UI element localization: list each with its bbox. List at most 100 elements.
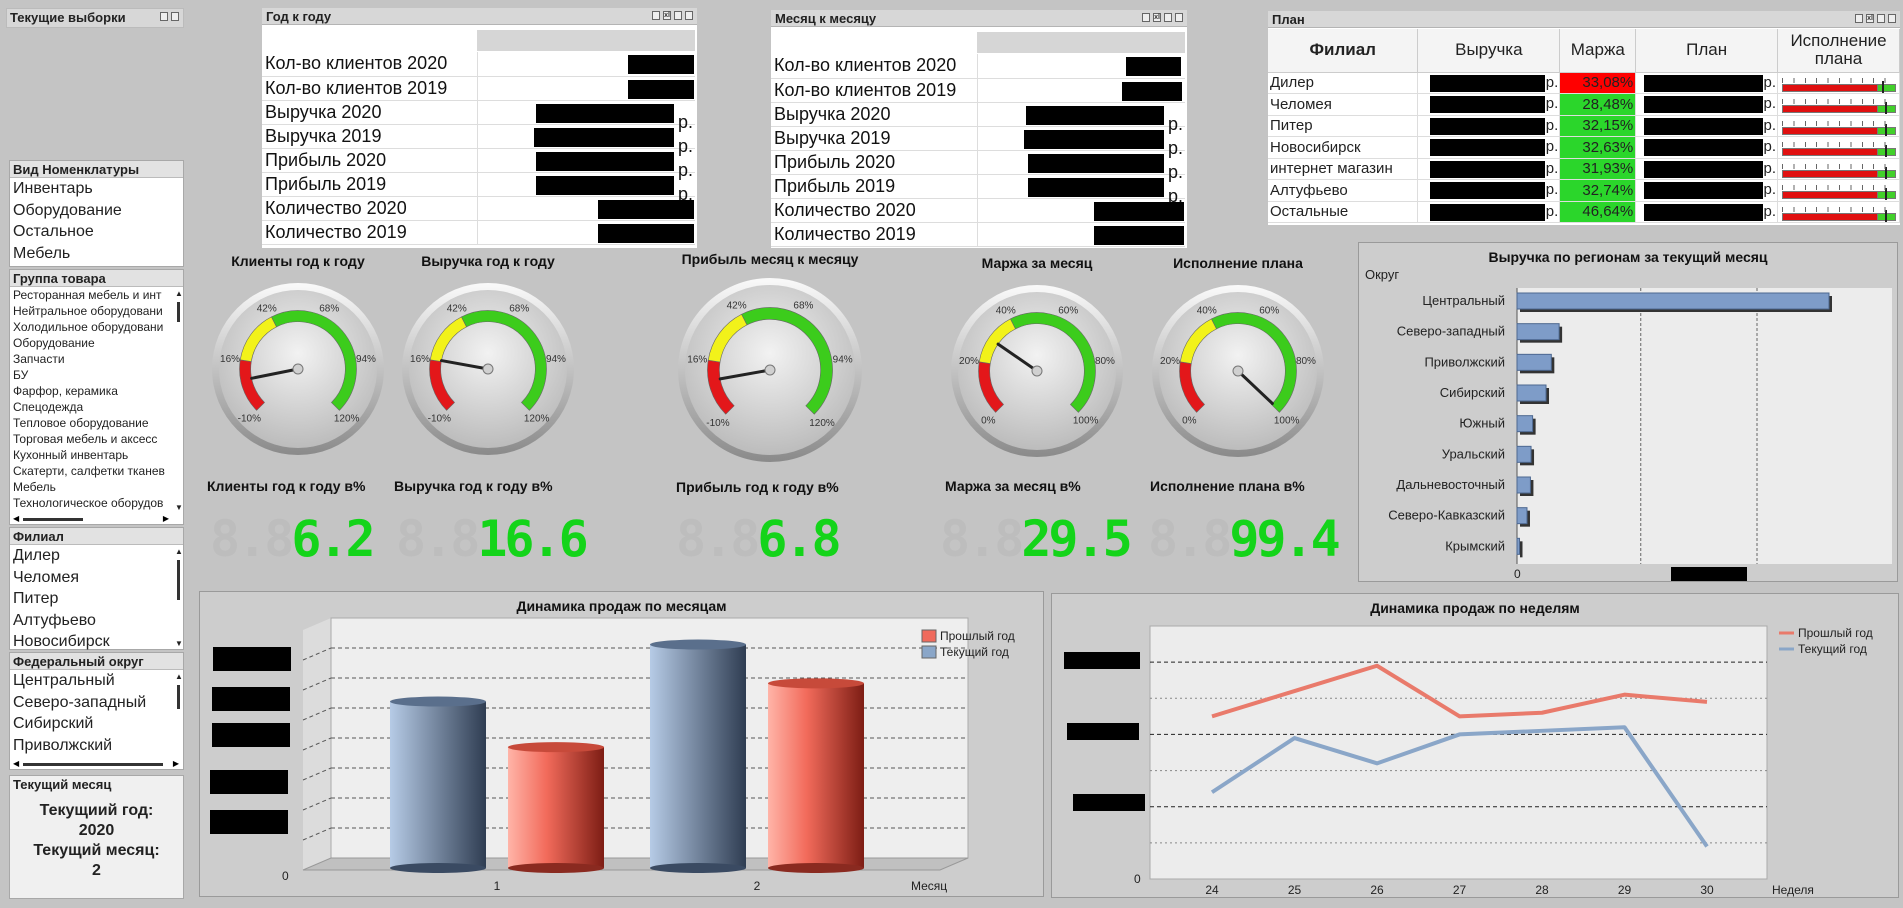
listbox-item[interactable]: Нейтральное оборудовани — [10, 303, 171, 319]
listbox-item[interactable]: Инвентарь — [10, 178, 183, 200]
gauge-tick-label: 20% — [1160, 356, 1180, 367]
redacted-value — [1430, 117, 1546, 135]
product-group-hscroll[interactable]: ◀ ▶ — [13, 514, 169, 523]
listbox-item[interactable]: Остальное — [10, 221, 183, 243]
branch-scrollbar[interactable]: ▲ ▼ — [175, 548, 183, 648]
kv-row[interactable]: Количество 2019 — [262, 220, 695, 245]
listbox-item[interactable]: Тепловое оборудование — [10, 415, 171, 431]
listbox-item[interactable]: Запчасти — [10, 351, 171, 367]
federal-district-hscroll[interactable]: ◀ ▶ — [13, 759, 179, 768]
listbox-item[interactable]: Кухонный инвентарь — [10, 447, 171, 463]
listbox-item[interactable]: Фарфор, керамика — [10, 383, 171, 399]
caption-buttons[interactable]: xl — [1142, 13, 1183, 22]
federal-district-scrollbar[interactable]: ▲ — [175, 673, 183, 757]
plan-row[interactable]: Алтуфьево р. 32,74% р. — [1268, 179, 1900, 202]
kv-row[interactable]: Выручка 2020 р. — [771, 102, 1185, 134]
caption-buttons[interactable]: xl — [652, 11, 693, 20]
gauge-tick-label: 42% — [447, 304, 467, 315]
gauge-tick-label: 68% — [509, 304, 529, 315]
listbox-item[interactable]: БУ — [10, 367, 171, 383]
mom-header-cell — [977, 32, 1185, 53]
listbox-item[interactable]: Сибирский — [10, 713, 171, 735]
listbox-item[interactable]: Мебель — [10, 243, 183, 265]
weekly-x-tick: 29 — [1618, 883, 1632, 897]
redacted-value — [597, 223, 694, 243]
current-month-value: 2 — [92, 862, 101, 879]
plan-revenue-cell: р. — [1417, 201, 1561, 223]
plan-row[interactable]: Остальные р. 46,64% р. — [1268, 201, 1900, 223]
regions-category-label: Уральский — [1442, 446, 1505, 461]
kpi-value: 6.8 — [757, 510, 841, 568]
kv-row[interactable]: Прибыль 2020 р. — [262, 148, 695, 180]
listbox-item[interactable]: Оборудование — [10, 200, 183, 222]
kv-row[interactable]: Выручка 2019 р. — [771, 126, 1185, 158]
listbox-item[interactable]: Технологическое оборудов — [10, 495, 171, 511]
plan-header-revenue[interactable]: Выручка — [1417, 29, 1561, 73]
kv-row[interactable]: Кол-во клиентов 2020 — [771, 54, 1185, 79]
gauge-tick-label: 94% — [833, 354, 853, 365]
listbox-item[interactable]: Дилер — [10, 545, 183, 567]
kv-row-label: Количество 2020 — [262, 196, 478, 221]
product-group-scrollbar[interactable]: ▲ ▼ — [175, 290, 183, 512]
branch-list-title: Филиал — [10, 528, 183, 545]
plan-row[interactable]: Дилер р. 33,08% р. — [1268, 72, 1900, 94]
listbox-item[interactable]: Ресторанная мебель и инт — [10, 287, 171, 303]
listbox-item[interactable]: Приволжский — [10, 735, 171, 757]
listbox-item[interactable]: Скатерти, салфетки тканев — [10, 463, 171, 479]
kv-row[interactable]: Количество 2020 — [771, 198, 1185, 223]
kv-row[interactable]: Прибыль 2019 р. — [262, 172, 695, 204]
listbox-item[interactable]: Холодильное оборудовани — [10, 319, 171, 335]
gauge-tick-label: 120% — [524, 414, 550, 425]
listbox-item[interactable]: Торговая мебель и аксесс — [10, 431, 171, 447]
plan-header-execution[interactable]: Исполнение плана — [1777, 29, 1900, 73]
plan-revenue-cell: р. — [1417, 179, 1561, 202]
plan-header-plan[interactable]: План — [1635, 29, 1779, 73]
kv-row[interactable]: Прибыль 2019 р. — [771, 174, 1185, 206]
kv-row[interactable]: Выручка 2019 р. — [262, 124, 695, 156]
listbox-item[interactable]: Мебель — [10, 479, 171, 495]
listbox-item[interactable]: Оборудование — [10, 335, 171, 351]
gauge-tick-label: 16% — [687, 354, 707, 365]
plan-header-margin[interactable]: Маржа — [1559, 29, 1637, 73]
caption-buttons[interactable]: xl — [1855, 14, 1896, 23]
nomenclature-title: Вид Номенклатуры — [10, 161, 183, 178]
kv-row[interactable]: Кол-во клиентов 2019 — [262, 76, 695, 101]
kv-row[interactable]: Количество 2020 — [262, 196, 695, 221]
caption-buttons[interactable] — [160, 12, 179, 21]
plan-branch-cell: Остальные — [1268, 201, 1419, 223]
listbox-item[interactable]: Новосибирск — [10, 631, 183, 653]
listbox-item[interactable]: Алтуфьево — [10, 610, 183, 632]
kv-row-value — [477, 196, 695, 221]
listbox-item[interactable]: Челомея — [10, 567, 183, 589]
kv-row[interactable]: Кол-во клиентов 2020 — [262, 52, 695, 77]
kv-row[interactable]: Выручка 2020 р. — [262, 100, 695, 132]
regions-category-label: Северо-западный — [1397, 324, 1505, 339]
plan-row[interactable]: интернет магазин р. 31,93% р. — [1268, 158, 1900, 180]
gauge-tick-label: 80% — [1095, 356, 1115, 367]
redacted-value — [1644, 96, 1764, 113]
regions-chart: Выручка по регионам за текущий месяц Окр… — [1358, 242, 1898, 582]
month-over-month-table: Месяц к месяцу xl Кол-во клиентов 2020 Ко… — [771, 10, 1187, 248]
plan-row[interactable]: Питер р. 32,15% р. — [1268, 115, 1900, 137]
kv-row[interactable]: Количество 2019 — [771, 222, 1185, 247]
listbox-item[interactable]: Спецодежда — [10, 399, 171, 415]
lcd-ghost-digits: 8.8 — [396, 510, 480, 568]
redacted-value — [1027, 177, 1164, 197]
yoy-rows: Кол-во клиентов 2020 Кол-во клиентов 2019… — [262, 52, 695, 245]
redacted-value — [535, 151, 674, 171]
product-group-title: Группа товара — [10, 270, 183, 287]
plan-table-panel: План xl Филиал Выручка Маржа План Исполн… — [1268, 11, 1900, 225]
plan-header-branch[interactable]: Филиал — [1268, 29, 1419, 73]
plan-row[interactable]: Челомея р. 28,48% р. — [1268, 93, 1900, 116]
weekly-x-tick: 26 — [1370, 883, 1384, 897]
plan-row[interactable]: Новосибирск р. 32,63% р. — [1268, 136, 1900, 159]
mom-title: Месяц к месяцу — [775, 11, 877, 26]
kv-row[interactable]: Кол-во клиентов 2019 — [771, 78, 1185, 103]
listbox-item[interactable]: Центральный — [10, 670, 171, 692]
listbox-item[interactable]: Северо-западный — [10, 692, 171, 714]
regions-plot-area — [1517, 288, 1892, 564]
gauge-tick-label: 60% — [1259, 306, 1279, 317]
plan-branch-cell: Новосибирск — [1268, 136, 1419, 159]
listbox-item[interactable]: Питер — [10, 588, 183, 610]
kv-row[interactable]: Прибыль 2020 р. — [771, 150, 1185, 182]
